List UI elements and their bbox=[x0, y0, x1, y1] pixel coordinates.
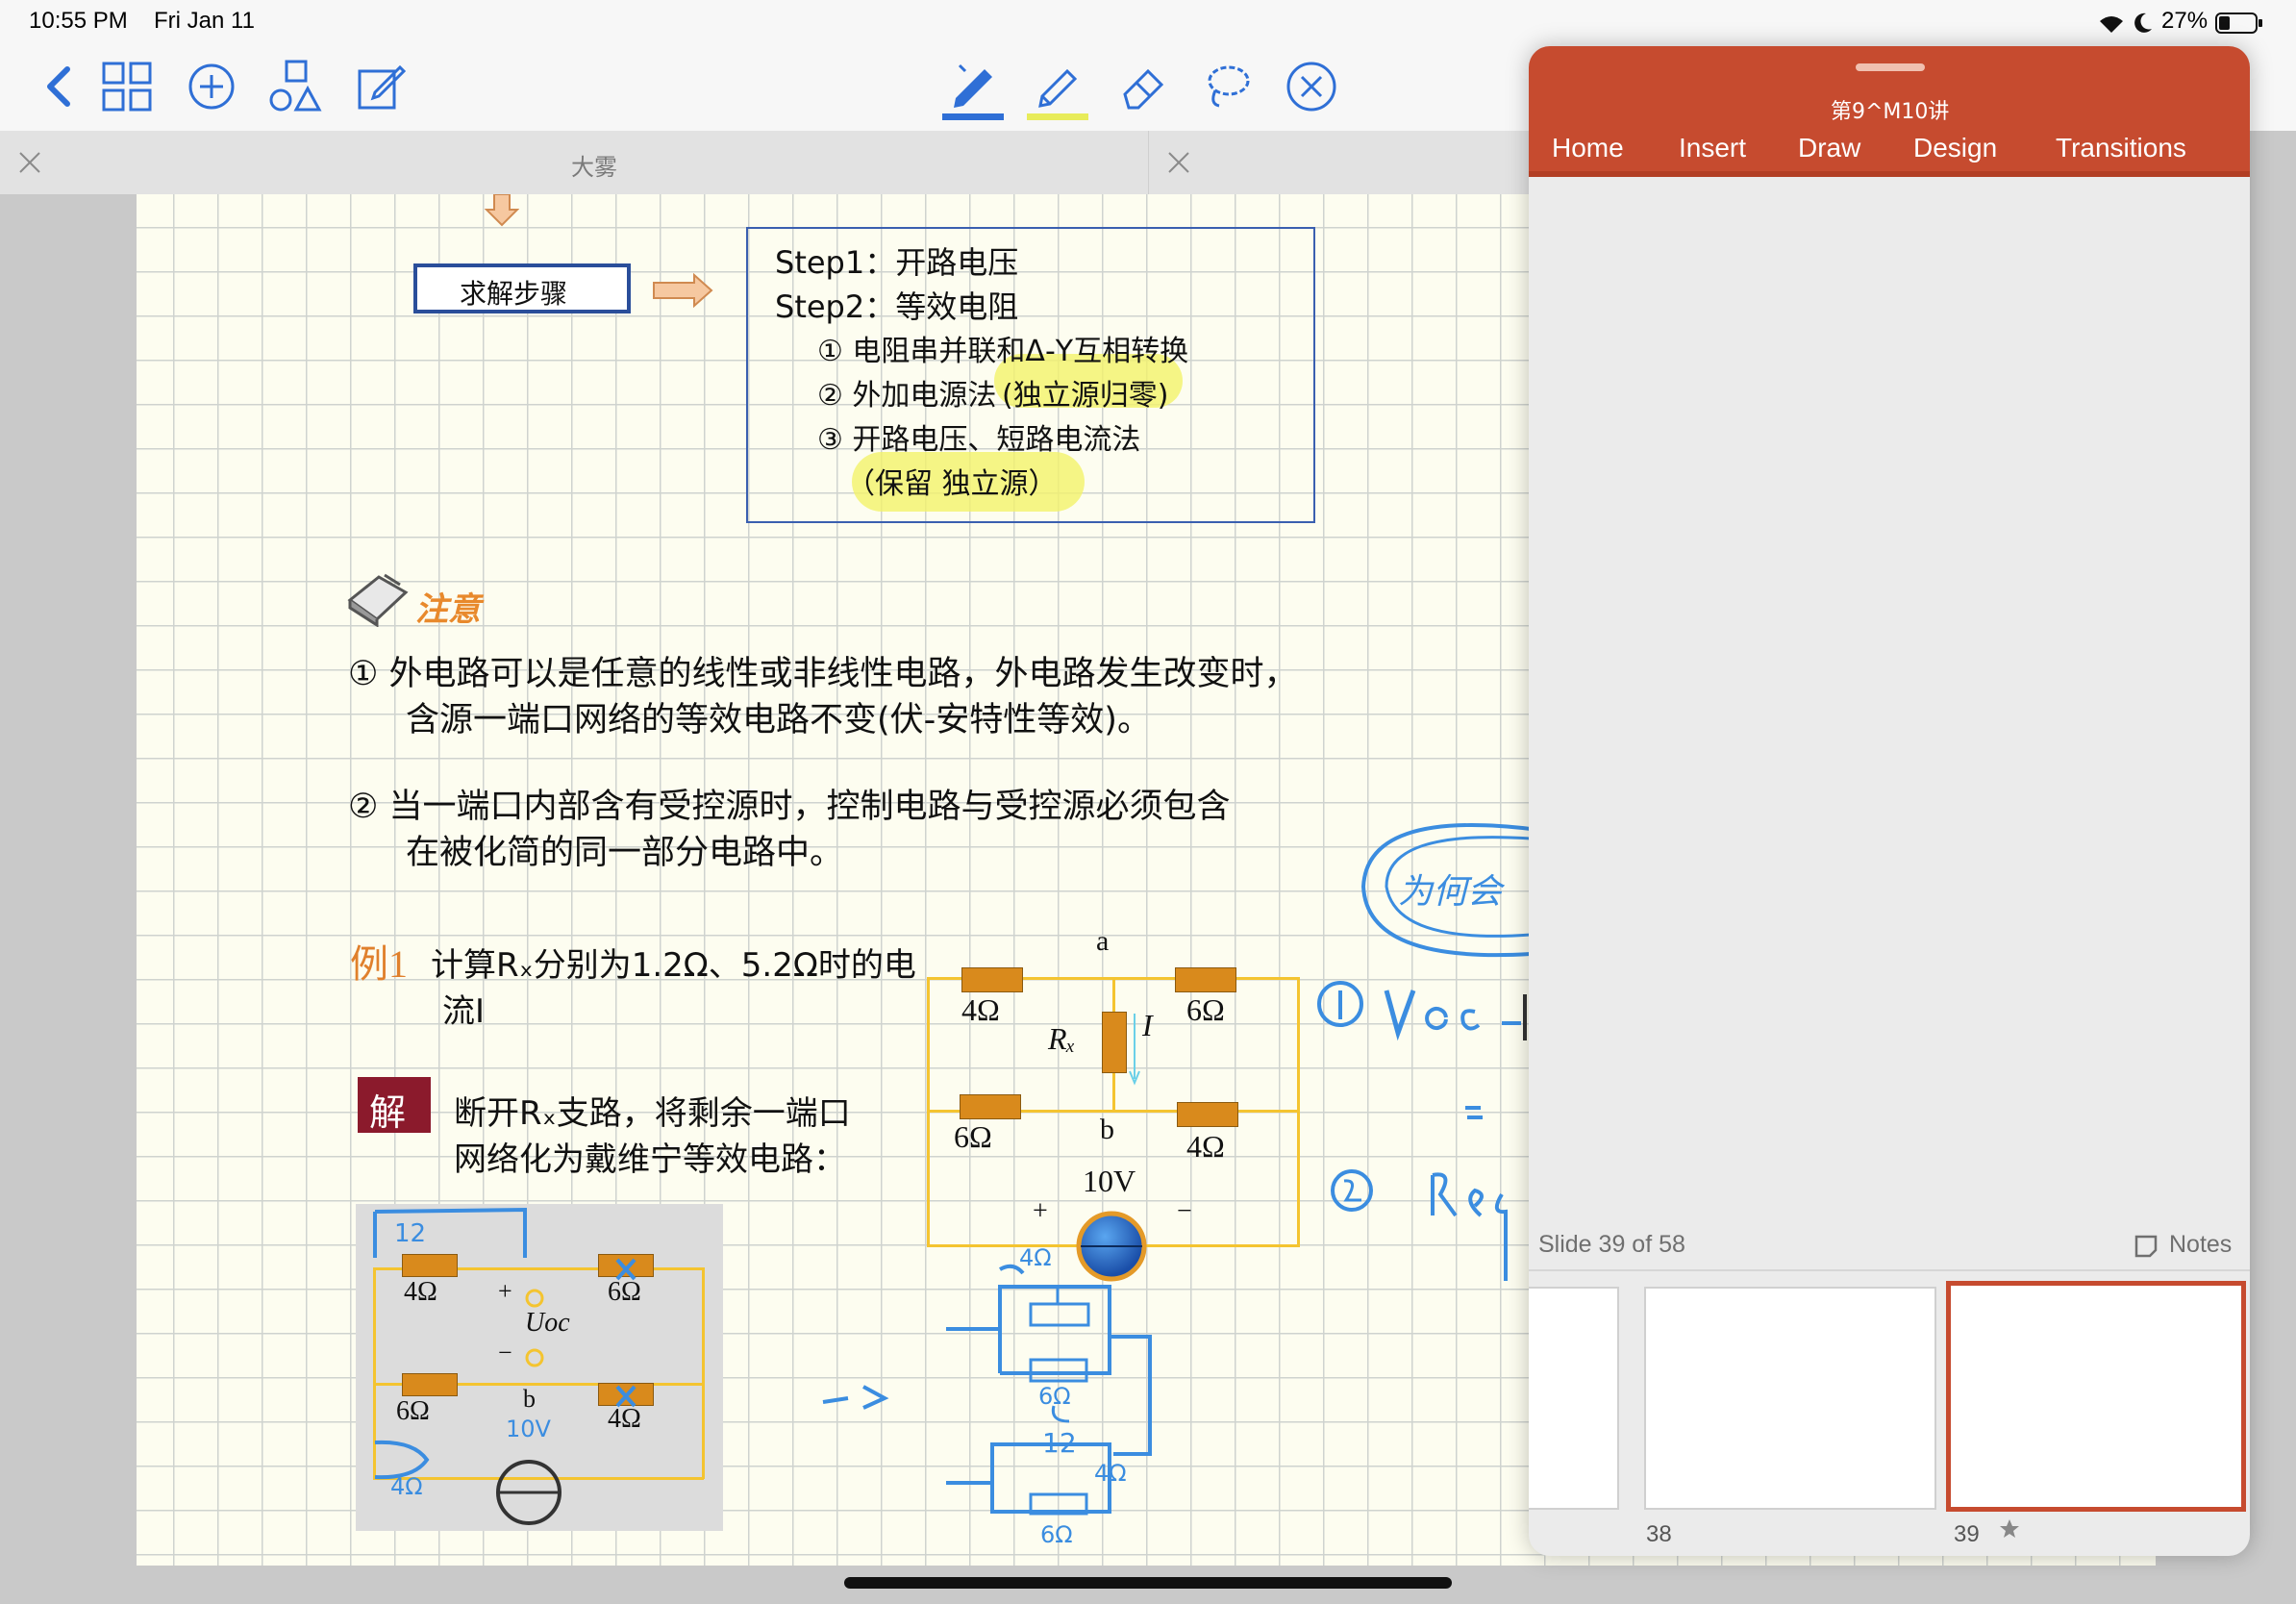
battery-icon bbox=[2215, 13, 2262, 34]
handwritten-bubble: 为何会 bbox=[1398, 872, 1503, 912]
shapes-icon[interactable] bbox=[265, 56, 327, 117]
slide-thumbnail[interactable] bbox=[1529, 1287, 1619, 1510]
ppt-tab-home[interactable]: Home bbox=[1552, 133, 1624, 163]
tab-close-icon[interactable] bbox=[15, 148, 44, 177]
handwritten-scribble: 4Ω bbox=[1094, 1460, 1127, 1487]
battery-percent: 27% bbox=[2161, 8, 2209, 34]
lasso-icon[interactable] bbox=[1196, 56, 1258, 117]
slide-counter: Slide 39 of 58 bbox=[1538, 1231, 1685, 1258]
highlighter-color-bar bbox=[1027, 113, 1088, 120]
tab-second[interactable] bbox=[1149, 131, 1539, 194]
home-indicator bbox=[844, 1577, 1452, 1589]
tab-close-icon[interactable] bbox=[1164, 148, 1193, 177]
back-chevron-icon[interactable] bbox=[29, 56, 90, 117]
powerpoint-header: 第9^M10讲 Home Insert Draw Design Transiti… bbox=[1529, 46, 2250, 177]
powerpoint-panel[interactable]: 第9^M10讲 Home Insert Draw Design Transiti… bbox=[1529, 46, 2250, 1556]
eraser-icon[interactable] bbox=[1111, 56, 1173, 117]
drag-handle[interactable] bbox=[1856, 63, 1925, 71]
handwritten-scribble: 6Ω bbox=[1040, 1521, 1073, 1548]
add-circle-icon[interactable] bbox=[181, 56, 242, 117]
handwritten-scribble: 4Ω bbox=[1019, 1244, 1052, 1271]
ppt-tab-insert[interactable]: Insert bbox=[1679, 133, 1746, 163]
ppt-tab-transitions[interactable]: Transitions bbox=[2056, 133, 2186, 163]
slide-number: 39 bbox=[1954, 1521, 1980, 1547]
tab-document[interactable]: 大雾 bbox=[0, 131, 1149, 194]
notes-button[interactable]: Notes bbox=[2169, 1231, 2232, 1259]
grid-view-icon[interactable] bbox=[96, 56, 158, 117]
ppt-file-title: 第9^M10讲 bbox=[1831, 100, 1950, 124]
handwritten-scribble: 10V bbox=[506, 1416, 551, 1442]
moon-icon bbox=[2134, 13, 2152, 33]
pen-color-bar bbox=[942, 113, 1004, 120]
close-circle-icon[interactable] bbox=[1281, 56, 1342, 117]
tab-title: 大雾 bbox=[571, 155, 617, 181]
star-icon bbox=[2000, 1519, 2019, 1538]
handwritten-scribble: 12 bbox=[394, 1219, 427, 1248]
slide-view[interactable] bbox=[1529, 177, 2250, 1235]
status-bar: 10:55 PM Fri Jan 11 27% bbox=[0, 0, 2296, 46]
handwritten-scribble: 12 bbox=[1042, 1427, 1077, 1459]
edit-note-icon[interactable] bbox=[350, 56, 412, 117]
ppt-tab-draw[interactable]: Draw bbox=[1798, 133, 1860, 163]
pen-icon[interactable] bbox=[942, 56, 1004, 117]
status-date: Fri Jan 11 bbox=[154, 8, 255, 34]
status-time: 10:55 PM bbox=[29, 8, 128, 34]
notes-icon[interactable] bbox=[2133, 1233, 2159, 1260]
document-tab-bar: 大雾 bbox=[0, 131, 1539, 194]
slide-thumbnail[interactable] bbox=[1644, 1287, 1936, 1510]
highlighter-icon[interactable] bbox=[1027, 56, 1088, 117]
handwriting-ink bbox=[822, 823, 1531, 1516]
wifi-icon bbox=[2100, 16, 2123, 33]
ppt-tab-design[interactable]: Design bbox=[1913, 133, 1997, 163]
handwritten-scribble: 4Ω bbox=[390, 1473, 423, 1500]
slide-number: 38 bbox=[1646, 1521, 1672, 1547]
handwritten-scribble: 6Ω bbox=[1038, 1383, 1071, 1410]
divider bbox=[1529, 1269, 2250, 1271]
slide-thumbnail-selected[interactable] bbox=[1946, 1281, 2246, 1512]
